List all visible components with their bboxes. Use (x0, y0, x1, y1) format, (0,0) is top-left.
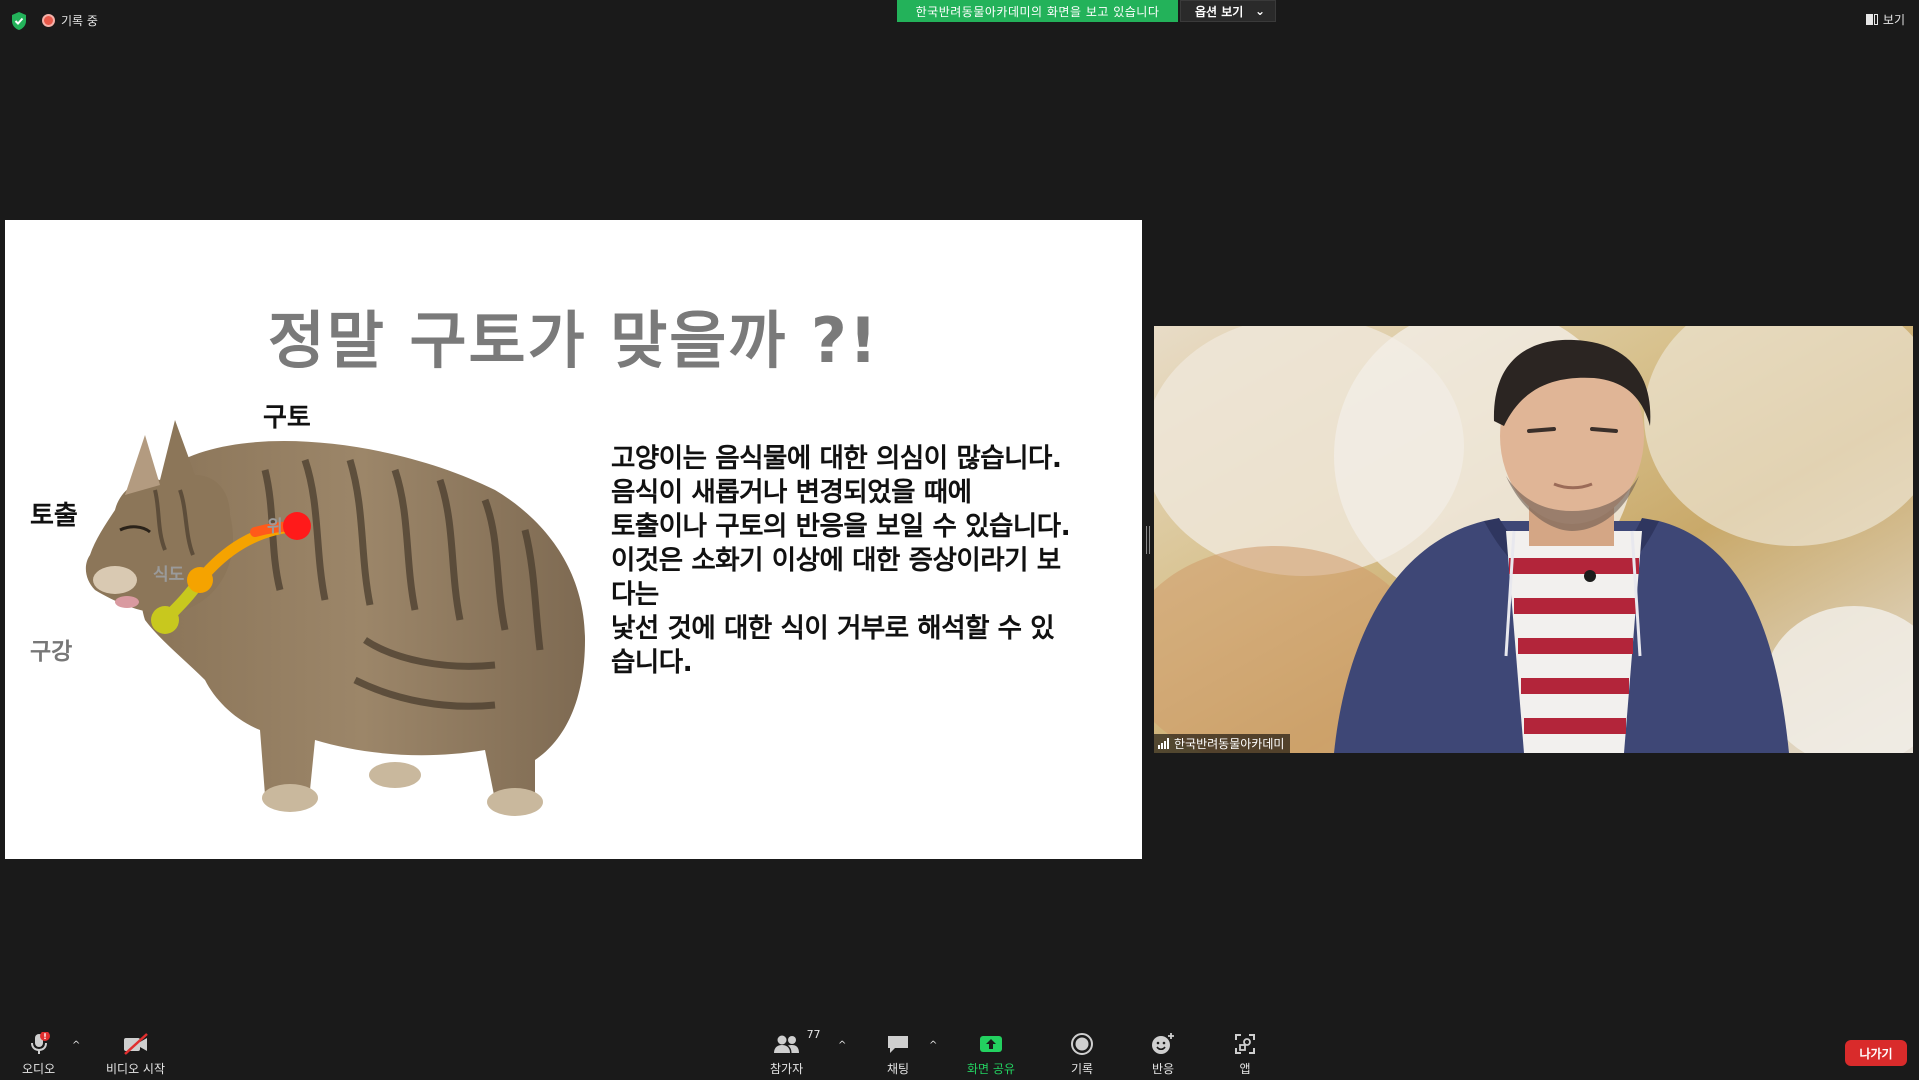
share-screen-button[interactable]: 화면 공유 (967, 1032, 1015, 1077)
body-line: 토출이나 구토의 반응을 보일 수 있습니다. (611, 511, 1071, 542)
body-line: 습니다. (611, 647, 693, 678)
participants-label: 참가자 (770, 1062, 804, 1076)
chat-bubble-icon (886, 1032, 910, 1056)
shared-screen-slide: 정말 구토가 맞을까 ?! 구토 토출 구강 위 식도 고양이는 음식물에 대한… (5, 220, 1142, 859)
body-line: 음식이 새롭거나 변경되었을 때에 (611, 477, 972, 508)
signal-strength-icon (1158, 738, 1169, 749)
participant-video-frame (1154, 326, 1913, 753)
body-line: 이것은 소화기 이상에 대한 증상이라기 보 (611, 545, 1061, 576)
recording-indicator[interactable]: 기록 중 (42, 12, 98, 28)
shield-check-icon[interactable] (10, 11, 28, 31)
label-vomiting: 구토 (263, 403, 311, 433)
stomach-marker-dot (283, 512, 311, 540)
chat-label: 채팅 (886, 1062, 910, 1076)
label-stomach: 위 (267, 517, 283, 537)
start-video-button[interactable]: 비디오 시작 (106, 1032, 165, 1077)
leave-meeting-button[interactable]: 나가기 (1845, 1040, 1907, 1066)
apps-icon (1233, 1032, 1257, 1056)
record-label: 기록 (1070, 1062, 1094, 1076)
screen-share-banner: 한국반려동물아카데미의 화면을 보고 있습니다 (897, 0, 1178, 22)
audio-options-caret-icon[interactable]: ^ (72, 1040, 80, 1051)
start-video-label: 비디오 시작 (106, 1062, 166, 1076)
slide-title: 정말 구토가 맞을까 ?! (267, 304, 880, 377)
slide-body-text: 고양이는 음식물에 대한 의심이 많습니다. 음식이 새롭거나 변경되었을 때에… (611, 442, 1131, 680)
share-screen-label: 화면 공유 (967, 1062, 1015, 1076)
label-esophagus: 식도 (153, 565, 185, 585)
mouth-marker-dot (151, 606, 179, 634)
reactions-button[interactable]: 반응 (1150, 1032, 1176, 1077)
body-line: 다는 (611, 579, 659, 610)
microphone-muted-icon (27, 1032, 51, 1056)
participant-name-tag: 한국반려동물아카데미 (1154, 734, 1291, 753)
meeting-toolbar: 오디오 ^ 비디오 시작 77 참가자 ^ 채팅 ^ 화면 공유 기록 반응 앱… (0, 1020, 1919, 1080)
participants-options-caret-icon[interactable]: ^ (838, 1040, 846, 1051)
record-button[interactable]: 기록 (1070, 1032, 1094, 1077)
record-icon (1070, 1032, 1094, 1056)
view-button-label: 보기 (1882, 12, 1905, 27)
participant-video-tile[interactable]: 한국반려동물아카데미 (1154, 326, 1913, 753)
video-camera-off-icon (122, 1032, 150, 1056)
top-bar: 기록 중 한국반려동물아카데미의 화면을 보고 있습니다 옵션 보기 ⌄ 보기 (0, 0, 1919, 40)
view-button[interactable]: 보기 (1860, 9, 1911, 29)
label-oral-cavity: 구강 (30, 639, 73, 665)
body-line: 낯선 것에 대한 식이 거부로 해석할 수 있 (611, 613, 1055, 644)
apps-button[interactable]: 앱 (1233, 1032, 1257, 1077)
participant-name: 한국반려동물아카데미 (1174, 737, 1285, 751)
view-options-label: 옵션 보기 (1195, 4, 1244, 19)
chat-button[interactable]: 채팅 (886, 1032, 910, 1077)
esophagus-marker-dot (187, 567, 213, 593)
audio-label: 오디오 (22, 1062, 56, 1076)
layout-view-icon (1865, 13, 1878, 25)
share-banner-text: 한국반려동물아카데미의 화면을 보고 있습니다 (915, 4, 1160, 19)
body-line: 고양이는 음식물에 대한 의심이 많습니다. (611, 443, 1062, 474)
participants-count: 77 (806, 1028, 821, 1041)
share-screen-icon (978, 1032, 1004, 1056)
apps-label: 앱 (1239, 1062, 1251, 1076)
label-regurgitation: 토출 (30, 501, 78, 531)
view-options-button[interactable]: 옵션 보기 ⌄ (1180, 0, 1276, 22)
participants-icon: 77 (773, 1028, 821, 1056)
recording-label: 기록 중 (61, 13, 98, 28)
participants-button[interactable]: 77 참가자 (770, 1028, 821, 1077)
leave-label: 나가기 (1859, 1046, 1893, 1061)
record-dot-icon (42, 13, 55, 27)
reactions-label: 반응 (1151, 1062, 1175, 1076)
audio-button[interactable]: 오디오 (22, 1032, 55, 1077)
chat-options-caret-icon[interactable]: ^ (929, 1040, 937, 1051)
split-view-drag-handle[interactable] (1145, 526, 1151, 554)
cat-illustration (85, 420, 585, 816)
chevron-down-icon: ⌄ (1254, 4, 1265, 18)
smiley-plus-icon (1150, 1032, 1176, 1056)
